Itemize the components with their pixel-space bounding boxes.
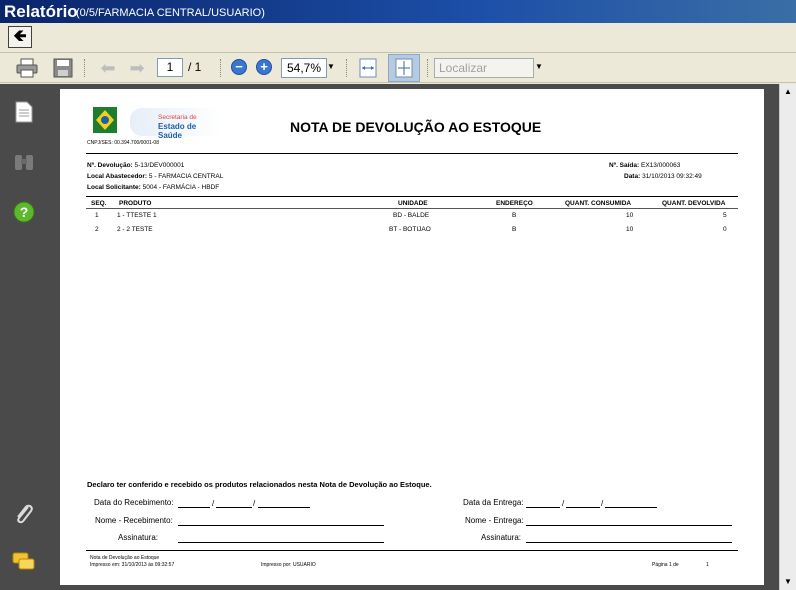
arrow-left-icon: 🡸 — [13, 28, 27, 45]
previous-page-button[interactable]: ⬅ — [95, 56, 121, 80]
zoom-select[interactable]: 54,7% — [281, 58, 327, 78]
fit-width-button[interactable] — [355, 56, 381, 80]
secretaria-logo: Secretaria de Estado de Saúde — [130, 108, 222, 140]
viewer-sidebar: ? — [0, 84, 50, 590]
saida-row: Nº. Saída: EX13/000063 — [609, 162, 681, 169]
minus-icon: − — [235, 59, 243, 74]
abastecedor-row: Local Abastecedor: 5 - FARMACIA CENTRAL — [87, 173, 224, 180]
window-subtitle: (0/5/FARMACIA CENTRAL/USUARIO) — [76, 7, 265, 19]
col-produto: PRODUTO — [119, 200, 152, 207]
window-titlebar: Relatório (0/5/FARMACIA CENTRAL/USUARIO) — [0, 0, 796, 23]
page-total-label: / 1 — [188, 60, 202, 74]
search-input[interactable]: Localizar — [434, 58, 534, 78]
scroll-down-icon[interactable]: ▼ — [780, 574, 796, 590]
help-icon[interactable]: ? — [12, 200, 36, 224]
cnpj-text: CNPJ/SES: 00.394.700/0001-08 — [87, 140, 159, 146]
save-button[interactable] — [50, 56, 76, 80]
viewer-toolbar: ⬅ ➡ 1 / 1 − + 54,7% ▼ Localizar ▼ — [0, 53, 796, 83]
document-icon[interactable] — [12, 100, 36, 124]
data-entrega-label: Data da Entrega: — [463, 498, 524, 507]
chevron-down-icon[interactable]: ▼ — [327, 62, 335, 71]
col-quant-consumida: QUANT. CONSUMIDA — [565, 200, 632, 207]
fit-page-icon — [395, 58, 413, 78]
chevron-down-icon[interactable]: ▼ — [535, 62, 543, 71]
nome-recebimento-label: Nome - Recebimento: — [95, 516, 173, 525]
nome-entrega-label: Nome - Entrega: — [465, 516, 524, 525]
data-recebimento-label: Data do Recebimento: — [94, 498, 174, 507]
logo-text-2: Estado de Saúde — [158, 122, 197, 140]
arrow-right-icon: ➡ — [129, 57, 145, 78]
print-button[interactable] — [14, 56, 40, 80]
next-page-button[interactable]: ➡ — [124, 56, 150, 80]
solicitante-row: Local Solicitante: 5004 - FARMÁCIA - HBD… — [87, 184, 220, 191]
paperclip-icon[interactable] — [12, 502, 36, 526]
plus-icon: + — [260, 59, 268, 74]
fit-page-button[interactable] — [388, 54, 420, 82]
col-unidade: UNIDADE — [398, 200, 428, 207]
declaration-text: Declaro ter conferido e recebido os prod… — [87, 480, 432, 489]
footer-pagina: Página 1 de — [652, 562, 679, 568]
arrow-left-icon: ⬅ — [100, 57, 116, 78]
report-page: Secretaria de Estado de Saúde CNPJ/SES: … — [60, 89, 764, 585]
data-row: Data: 31/10/2013 09:32:49 — [624, 173, 702, 180]
back-button[interactable]: 🡸 — [8, 26, 32, 48]
printer-icon — [16, 58, 38, 78]
page-number-input[interactable]: 1 — [157, 58, 183, 77]
devolucao-row: Nº. Devolução: 5-13/DEV000001 — [87, 162, 185, 169]
footer-doc-name: Nota de Devolução ao Estoque — [90, 555, 160, 561]
brasao-logo — [92, 106, 118, 139]
footer-impresso-por: Impresso por: USUARIO — [261, 562, 316, 568]
assinatura-1-label: Assinatura: — [118, 533, 159, 542]
zoom-in-button[interactable]: + — [256, 59, 272, 75]
logo-text-1: Secretaria de — [158, 114, 197, 121]
vertical-scrollbar[interactable]: ▲ ▼ — [779, 84, 796, 590]
top-toolbar: 🡸 — [0, 23, 796, 53]
footer-impresso-em: Impresso em: 31/10/2013 às 09:32:57 — [90, 562, 175, 568]
footer-pagina-total: 1 — [706, 562, 709, 568]
col-seq: SEQ. — [91, 200, 107, 207]
comments-icon[interactable] — [12, 550, 36, 574]
scroll-up-icon[interactable]: ▲ — [780, 84, 796, 100]
floppy-disk-icon — [53, 58, 73, 78]
col-quant-devolvida: QUANT. DEVOLVIDA — [662, 200, 726, 207]
report-title: NOTA DE DEVOLUÇÃO AO ESTOQUE — [290, 119, 542, 135]
svg-text:?: ? — [20, 204, 29, 220]
assinatura-2-label: Assinatura: — [481, 533, 522, 542]
zoom-out-button[interactable]: − — [231, 59, 247, 75]
binoculars-icon[interactable] — [12, 150, 36, 174]
window-title: Relatório — [4, 2, 78, 21]
fit-width-icon — [359, 58, 377, 78]
col-endereco: ENDEREÇO — [496, 200, 533, 207]
